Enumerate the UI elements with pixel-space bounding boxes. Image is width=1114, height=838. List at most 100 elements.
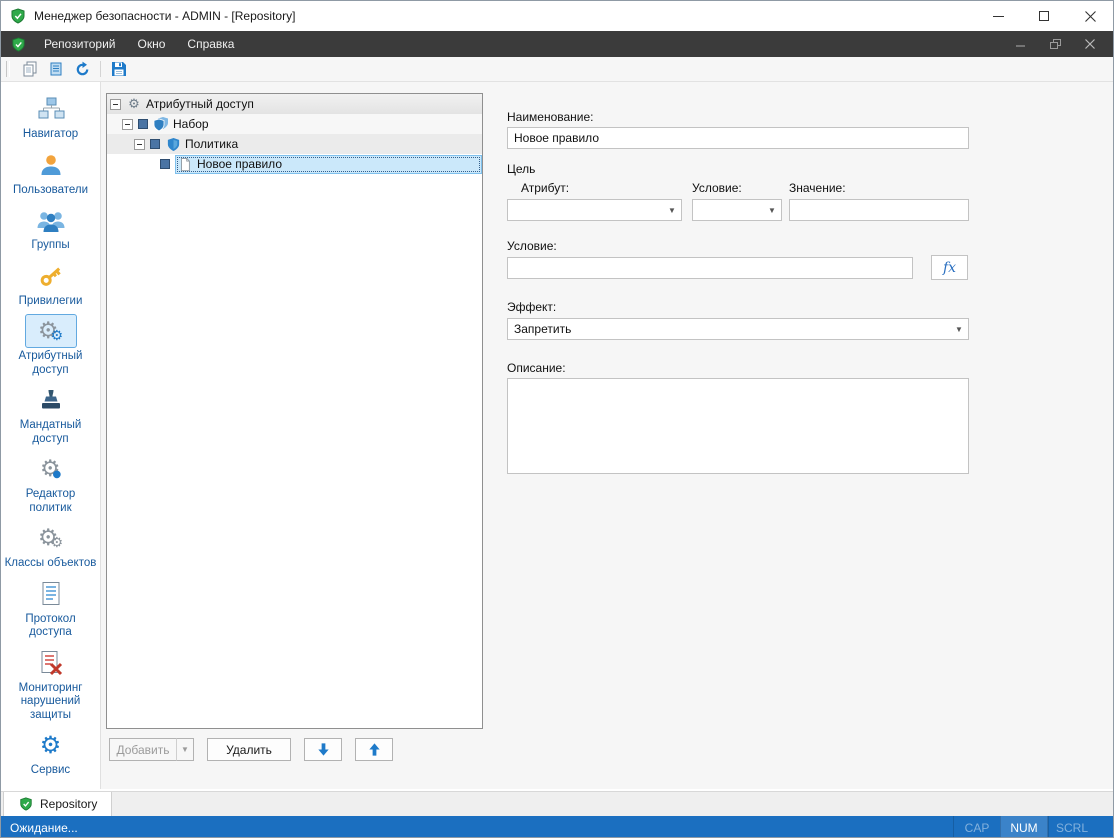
- content-area: ⚙ Атрибутный доступ Набор Политика: [101, 82, 1113, 789]
- sidebar-item-groups[interactable]: Группы: [3, 203, 99, 253]
- sidebar-item-object-classes[interactable]: ⚙⚙ Классы объектов: [3, 521, 99, 571]
- rules-tree: ⚙ Атрибутный доступ Набор Политика: [106, 93, 483, 729]
- mdi-minimize-icon: [1016, 39, 1026, 49]
- add-button[interactable]: Добавить: [109, 738, 177, 761]
- violation-monitoring-icon: [38, 650, 64, 676]
- description-label: Описание:: [507, 361, 566, 375]
- caps-lock-indicator: CAP: [953, 816, 1000, 838]
- status-message: Ожидание...: [1, 816, 78, 838]
- toolbar: [1, 57, 1113, 82]
- users-icon: [38, 152, 64, 178]
- policy-editor-gear-icon: ⚙●: [25, 452, 77, 486]
- move-up-button[interactable]: [355, 738, 393, 761]
- sidebar-item-mandatory-access[interactable]: Мандатный доступ: [3, 383, 99, 446]
- save-button[interactable]: [106, 58, 132, 81]
- tree-node-attribute-access[interactable]: ⚙ Атрибутный доступ: [107, 94, 482, 114]
- condition-input[interactable]: [507, 257, 913, 279]
- tree-expand-toggle[interactable]: [134, 139, 145, 150]
- sidebar: Навигатор Пользователи Группы Привилегии…: [1, 82, 101, 789]
- mdi-restore-icon: [1050, 39, 1061, 50]
- repository-shield-icon: [18, 796, 34, 812]
- sidebar-item-violation-monitoring[interactable]: Мониторинг нарушений защиты: [3, 646, 99, 723]
- tree-expand-toggle[interactable]: [122, 119, 133, 130]
- value-input[interactable]: [789, 199, 969, 221]
- chevron-down-icon: ▼: [950, 325, 968, 334]
- document-button[interactable]: [43, 58, 69, 81]
- attribute-label: Атрибут:: [521, 181, 569, 195]
- menu-window[interactable]: Окно: [127, 31, 177, 57]
- mdi-close-icon: [1085, 39, 1095, 49]
- arrow-up-icon: [367, 742, 382, 757]
- attribute-access-gears-icon: ⚙⚙: [25, 314, 77, 348]
- name-label: Наименование:: [507, 110, 594, 124]
- object-classes-gears-icon: ⚙⚙: [25, 521, 77, 555]
- minimize-button[interactable]: [975, 1, 1021, 31]
- sidebar-item-navigator[interactable]: Навигатор: [3, 92, 99, 142]
- menubar-app-shield-icon: [10, 36, 26, 52]
- groups-icon: [37, 208, 65, 233]
- app-shield-icon: [10, 8, 26, 24]
- fx-expression-button[interactable]: fx: [931, 255, 968, 280]
- tree-node-policy[interactable]: Политика: [107, 134, 482, 154]
- app-window: Менеджер безопасности - ADMIN - [Reposit…: [0, 0, 1114, 838]
- privileges-key-icon: [37, 262, 65, 290]
- save-icon: [111, 61, 127, 77]
- tree-node-set[interactable]: Набор: [107, 114, 482, 134]
- shield-icon: [165, 136, 181, 152]
- toolbar-grip[interactable]: [6, 61, 10, 77]
- main-area: Навигатор Пользователи Группы Привилегии…: [1, 82, 1113, 789]
- sidebar-item-privileges[interactable]: Привилегии: [3, 259, 99, 309]
- refresh-icon: [74, 61, 91, 78]
- value-label: Значение:: [789, 181, 846, 195]
- sidebar-item-attribute-access[interactable]: ⚙⚙ Атрибутный доступ: [3, 314, 99, 377]
- sidebar-item-policy-editor[interactable]: ⚙● Редактор политик: [3, 452, 99, 515]
- toolbar-separator: [100, 61, 101, 77]
- sidebar-item-access-log[interactable]: Протокол доступа: [3, 577, 99, 640]
- tree-expand-toggle[interactable]: [110, 99, 121, 110]
- move-down-button[interactable]: [304, 738, 342, 761]
- tree-node-new-rule[interactable]: Новое правило: [107, 154, 482, 174]
- attribute-combobox[interactable]: ▼: [507, 199, 682, 221]
- chevron-down-icon: ▼: [763, 206, 781, 215]
- titlebar: Менеджер безопасности - ADMIN - [Reposit…: [1, 1, 1113, 31]
- condition-label: Условие:: [507, 239, 557, 253]
- effect-combobox[interactable]: Запретить ▼: [507, 318, 969, 340]
- menu-repository[interactable]: Репозиторий: [33, 31, 127, 57]
- condition-combobox[interactable]: ▼: [692, 199, 782, 221]
- tree-checkbox[interactable]: [160, 159, 170, 169]
- service-gear-icon: ⚙: [25, 728, 77, 762]
- selected-tree-node[interactable]: Новое правило: [175, 155, 482, 174]
- page-icon: [177, 156, 193, 172]
- menu-help[interactable]: Справка: [176, 31, 245, 57]
- maximize-button[interactable]: [1021, 1, 1067, 31]
- shield-stack-icon: [153, 116, 169, 132]
- rule-form: Наименование: Цель Атрибут: Условие: Зна…: [507, 82, 969, 789]
- chevron-down-icon: ▼: [663, 206, 681, 215]
- target-label: Цель: [507, 162, 535, 176]
- add-dropdown-button[interactable]: ▼: [177, 738, 194, 761]
- description-textarea[interactable]: [507, 378, 969, 474]
- access-log-document-icon: [39, 581, 63, 607]
- tree-checkbox[interactable]: [150, 139, 160, 149]
- effect-label: Эффект:: [507, 300, 556, 314]
- copy-document-icon: [22, 61, 38, 77]
- tab-repository[interactable]: Repository: [3, 792, 112, 816]
- condition-column-label: Условие:: [692, 181, 742, 195]
- name-input[interactable]: [507, 127, 969, 149]
- copy-document-button[interactable]: [17, 58, 43, 81]
- num-lock-indicator: NUM: [1000, 816, 1048, 838]
- scroll-lock-indicator: SCRL: [1048, 816, 1095, 838]
- document-tabstrip: Repository: [1, 791, 1113, 816]
- refresh-button[interactable]: [69, 58, 95, 81]
- sidebar-item-service[interactable]: ⚙ Сервис: [3, 728, 99, 778]
- mandatory-access-stamp-icon: [38, 388, 64, 413]
- tree-checkbox[interactable]: [138, 119, 148, 129]
- arrow-down-icon: [316, 742, 331, 757]
- close-button[interactable]: [1067, 1, 1113, 31]
- sidebar-item-users[interactable]: Пользователи: [3, 148, 99, 198]
- gear-icon: ⚙: [126, 96, 142, 112]
- menubar: Репозиторий Окно Справка: [1, 31, 1113, 57]
- delete-button[interactable]: Удалить: [207, 738, 291, 761]
- navigator-icon: [36, 96, 66, 122]
- document-icon: [48, 61, 64, 77]
